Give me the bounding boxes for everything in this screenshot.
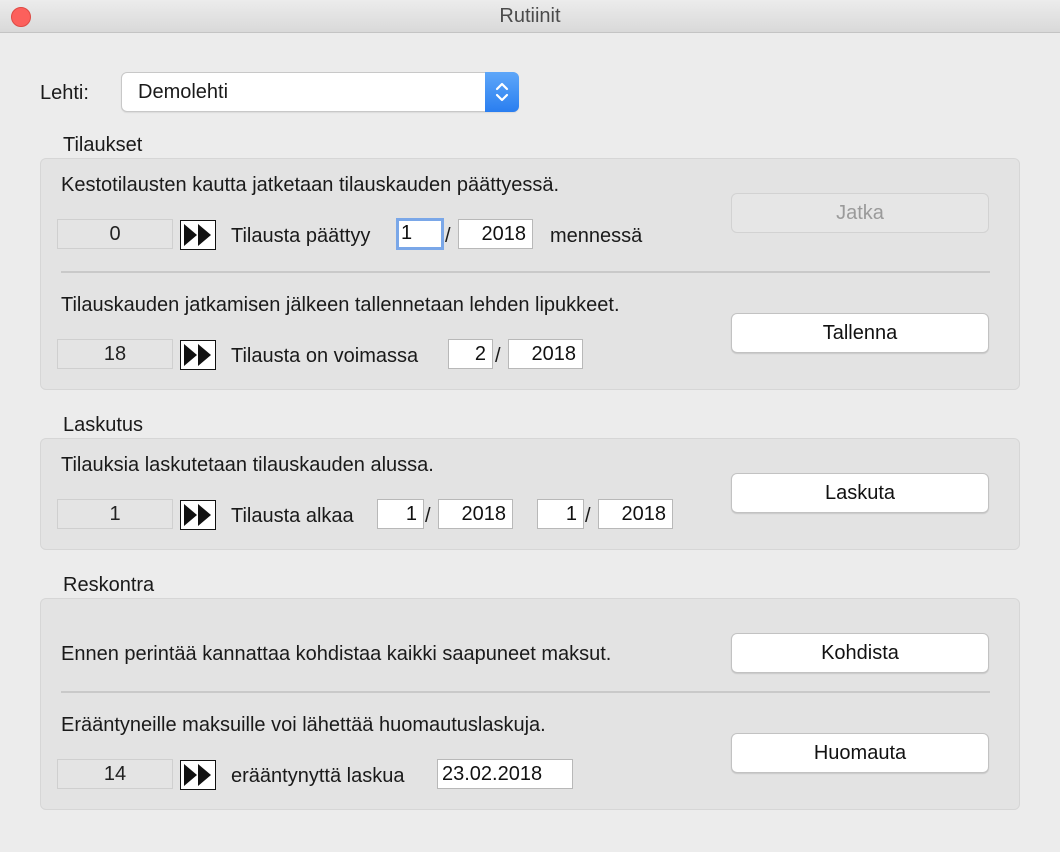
title-bar: Rutiinit <box>0 0 1060 33</box>
tilaukset-divider <box>61 271 990 273</box>
fast-forward-icon[interactable] <box>180 760 216 790</box>
fast-forward-icon[interactable] <box>180 220 216 250</box>
tilaukset-row1-year-field[interactable]: 2018 <box>458 219 533 249</box>
lehti-label: Lehti: <box>40 82 89 104</box>
laskutus-to-year-field[interactable]: 2018 <box>598 499 673 529</box>
laskutus-count: 1 <box>57 499 173 529</box>
tilaukset-row1-description: Kestotilausten kautta jatketaan tilauska… <box>61 174 560 196</box>
laskutus-to-period-field[interactable]: 1 <box>537 499 584 529</box>
reskontra-title: Reskontra <box>63 574 155 596</box>
tilaukset-title: Tilaukset <box>63 134 143 156</box>
tilaukset-row2-label: Tilausta on voimassa <box>231 345 419 367</box>
slash-separator: / <box>425 505 431 527</box>
laskutus-description: Tilauksia laskutetaan tilauskauden aluss… <box>61 454 434 476</box>
slash-separator: / <box>585 505 591 527</box>
fast-forward-icon[interactable] <box>180 500 216 530</box>
kohdista-button[interactable]: Kohdista <box>731 633 989 673</box>
lehti-select[interactable]: Demolehti <box>121 72 519 112</box>
tallenna-button[interactable]: Tallenna <box>731 313 989 353</box>
laskuta-button[interactable]: Laskuta <box>731 473 989 513</box>
tilaukset-row1-label: Tilausta päättyy <box>231 225 371 247</box>
tilaukset-row2-period-field[interactable]: 2 <box>448 339 493 369</box>
laskutus-title: Laskutus <box>63 414 144 436</box>
tilaukset-row1-suffix: mennessä <box>550 225 643 247</box>
reskontra-row2-label: erääntynyttä laskua <box>231 765 405 787</box>
jatka-button[interactable]: Jatka <box>731 193 989 233</box>
laskutus-label: Tilausta alkaa <box>231 505 354 527</box>
laskutus-from-year-field[interactable]: 2018 <box>438 499 513 529</box>
laskutus-from-period-field[interactable]: 1 <box>377 499 424 529</box>
tilaukset-row2-year-field[interactable]: 2018 <box>508 339 583 369</box>
due-date-field[interactable]: 23.02.2018 <box>437 759 573 789</box>
reskontra-row2-description: Erääntyneille maksuille voi lähettää huo… <box>61 714 546 736</box>
reskontra-row2-count: 14 <box>57 759 173 789</box>
slash-separator: / <box>445 225 451 247</box>
reskontra-divider <box>61 691 990 693</box>
chevron-updown-icon[interactable] <box>485 72 519 112</box>
fast-forward-icon[interactable] <box>180 340 216 370</box>
huomauta-button[interactable]: Huomauta <box>731 733 989 773</box>
slash-separator: / <box>495 345 501 367</box>
window-title: Rutiinit <box>499 5 561 27</box>
tilaukset-row2-description: Tilauskauden jatkamisen jälkeen tallenne… <box>61 294 620 316</box>
tilaukset-row1-count: 0 <box>57 219 173 249</box>
tilaukset-row1-period-field[interactable]: 1 <box>396 218 444 250</box>
tilaukset-row2-count: 18 <box>57 339 173 369</box>
reskontra-row1-description: Ennen perintää kannattaa kohdistaa kaikk… <box>61 643 612 665</box>
lehti-selected-value: Demolehti <box>138 81 229 103</box>
